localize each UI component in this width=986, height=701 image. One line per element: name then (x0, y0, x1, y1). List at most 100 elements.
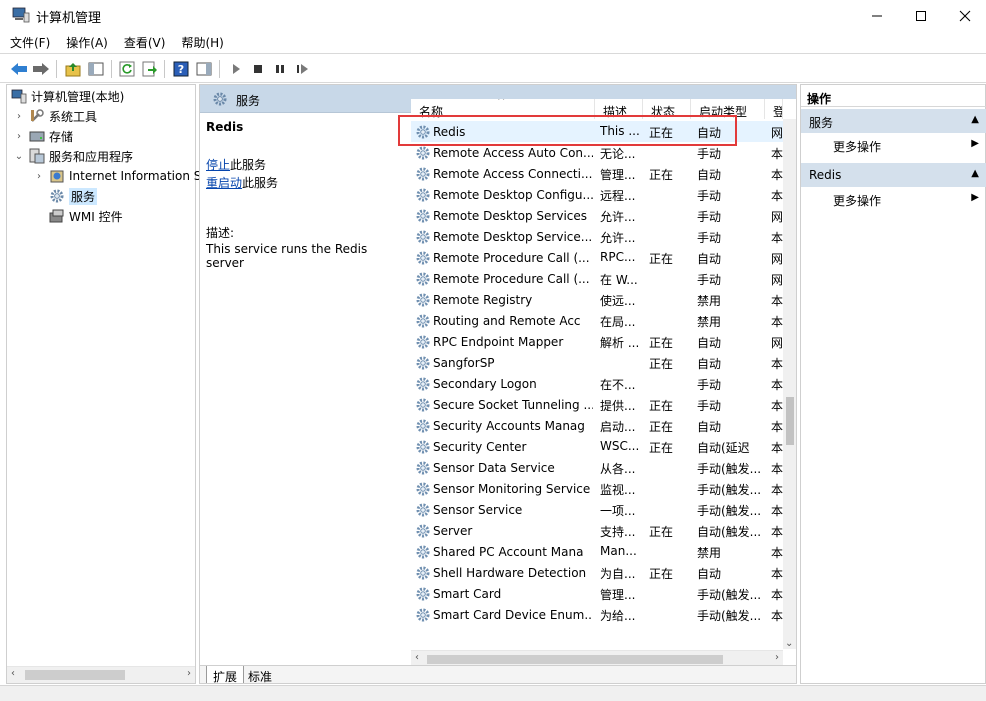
minimize-button[interactable] (854, 0, 900, 31)
table-row[interactable]: Remote Registry 使远... 禁用 本 (411, 289, 783, 310)
close-icon (959, 10, 971, 21)
list-vertical-scrollbar[interactable]: ⌄ (783, 119, 796, 649)
service-gear-icon (416, 587, 430, 601)
service-desc-cell: 监视... (600, 483, 636, 497)
scrollbar-thumb[interactable] (427, 655, 723, 664)
column-header-logon[interactable]: 登 (765, 99, 783, 119)
table-row[interactable]: Routing and Remote Acc 在局... 禁用 本 (411, 310, 783, 331)
actions-group-redis[interactable]: Redis ▲ (801, 163, 986, 187)
service-gear-icon (416, 503, 430, 517)
menu-file[interactable]: 文件(F) (10, 34, 50, 51)
collapse-icon[interactable]: ⌄ (13, 151, 25, 162)
refresh-button[interactable] (118, 60, 136, 78)
table-row[interactable]: Remote Desktop Configu... 远程... 手动 本 (411, 184, 783, 205)
service-gear-icon (416, 461, 430, 475)
table-row[interactable]: Sensor Data Service 从各... 手动(触发... 本 (411, 457, 783, 478)
forward-arrow-icon (33, 63, 49, 75)
service-logon-cell: 本 (771, 189, 783, 203)
service-name-cell: Shell Hardware Detection (415, 565, 593, 581)
service-startup-cell: 手动(触发... (697, 483, 762, 497)
show-hide-action-pane-button[interactable] (195, 60, 213, 78)
start-service-button[interactable] (227, 60, 245, 78)
tree-root[interactable]: 计算机管理(本地) (11, 87, 124, 105)
service-logon-cell: 本 (771, 378, 783, 392)
actions-group-services[interactable]: 服务 ▲ (801, 109, 986, 133)
scroll-left-icon[interactable]: ‹ (415, 652, 419, 663)
menu-view[interactable]: 查看(V) (124, 34, 166, 51)
expand-icon[interactable]: › (13, 111, 25, 122)
scrollbar-thumb[interactable] (25, 670, 125, 680)
scroll-right-icon[interactable]: › (775, 652, 779, 663)
service-gear-icon (416, 272, 430, 286)
services-pane: 服务 Redis 停止此服务 重启动此服务 描述: This service r… (199, 84, 797, 684)
service-name-cell: Smart Card Device Enum... (415, 607, 593, 623)
tree-item-wmi[interactable]: WMI 控件 (33, 207, 123, 225)
table-row[interactable]: Sensor Monitoring Service 监视... 手动(触发... 本 (411, 478, 783, 499)
help-button[interactable]: ? (172, 60, 190, 78)
forward-button[interactable] (32, 60, 50, 78)
table-row[interactable]: Shared PC Account Mana Man... 禁用 本 (411, 541, 783, 562)
service-name-cell: Remote Registry (415, 292, 593, 308)
tab-extended[interactable]: 扩展 (206, 666, 245, 683)
export-list-button[interactable] (141, 60, 159, 78)
tree-item-services-and-apps[interactable]: ⌄ 服务和应用程序 (13, 147, 133, 165)
table-row[interactable]: Remote Access Connecti... 管理... 正在 自动 本 (411, 163, 783, 184)
table-row[interactable]: Security Center WSC... 正在 自动(延迟 本 (411, 436, 783, 457)
restart-service-button[interactable] (293, 60, 311, 78)
service-startup-cell: 手动(触发... (697, 609, 762, 623)
table-row[interactable]: Secure Socket Tunneling ... 提供... 正在 手动 本 (411, 394, 783, 415)
table-row[interactable]: Smart Card Device Enum... 为给... 手动(触发... 本 (411, 604, 783, 625)
expand-icon[interactable]: › (13, 131, 25, 142)
tree-item-services[interactable]: 服务 (33, 187, 98, 205)
expand-icon[interactable]: › (33, 171, 45, 182)
scrollbar-thumb[interactable] (786, 397, 794, 445)
collapse-up-icon[interactable]: ▲ (971, 168, 979, 179)
table-row[interactable]: Secondary Logon 在不... 手动 本 (411, 373, 783, 394)
service-name-cell: Security Center (415, 439, 593, 455)
table-row[interactable]: Security Accounts Manag 启动... 正在 自动 本 (411, 415, 783, 436)
refresh-icon (119, 61, 135, 77)
service-logon-cell: 本 (771, 420, 783, 434)
table-row[interactable]: RPC Endpoint Mapper 解析 ... 正在 自动 网 (411, 331, 783, 352)
table-row[interactable]: Remote Desktop Service... 允许... 手动 本 (411, 226, 783, 247)
service-startup-cell: 自动 (697, 567, 722, 581)
table-row[interactable]: Sensor Service 一项... 手动(触发... 本 (411, 499, 783, 520)
show-hide-console-tree-button[interactable] (87, 60, 105, 78)
restart-service-link[interactable]: 重启动 (206, 176, 242, 190)
up-one-level-button[interactable] (64, 60, 82, 78)
table-row[interactable]: Remote Procedure Call (... 在 W... 手动 网 (411, 268, 783, 289)
scroll-right-icon[interactable]: › (187, 668, 191, 679)
service-logon-cell: 本 (771, 357, 783, 371)
service-name-cell: SangforSP (415, 355, 593, 371)
tree-item-iis[interactable]: › Internet Information S (33, 167, 201, 185)
tab-standard[interactable]: 标准 (242, 666, 278, 683)
service-desc-cell: Man... (600, 544, 637, 558)
menu-help[interactable]: 帮助(H) (181, 34, 223, 51)
table-row[interactable]: Remote Desktop Services 允许... 手动 网 (411, 205, 783, 226)
table-row[interactable]: Remote Procedure Call (... RPC... 正在 自动 网 (411, 247, 783, 268)
tree-item-system-tools[interactable]: › 系统工具 (13, 107, 97, 125)
table-row[interactable]: Shell Hardware Detection 为自... 正在 自动 本 (411, 562, 783, 583)
back-button[interactable] (10, 60, 28, 78)
service-status-cell: 正在 (649, 336, 674, 350)
stop-service-button[interactable] (249, 60, 267, 78)
close-button[interactable] (942, 0, 986, 31)
pause-service-button[interactable] (271, 60, 289, 78)
maximize-button[interactable] (898, 0, 944, 31)
service-gear-icon (416, 188, 430, 202)
table-row[interactable]: SangforSP 正在 自动 本 (411, 352, 783, 373)
scroll-down-icon[interactable]: ⌄ (785, 638, 793, 649)
table-row[interactable]: Server 支持... 正在 自动(触发... 本 (411, 520, 783, 541)
service-name-cell: Secure Socket Tunneling ... (415, 397, 593, 413)
menu-action[interactable]: 操作(A) (66, 34, 108, 51)
stop-service-line: 停止此服务 (206, 158, 267, 172)
stop-service-link[interactable]: 停止 (206, 158, 230, 172)
submenu-arrow-icon: ▶ (971, 192, 979, 203)
tree-item-storage[interactable]: › 存储 (13, 127, 73, 145)
scroll-left-icon[interactable]: ‹ (11, 668, 15, 679)
table-row[interactable]: Smart Card 管理... 手动(触发... 本 (411, 583, 783, 604)
more-actions-services[interactable]: 更多操作 ▶ (833, 138, 983, 155)
more-actions-redis[interactable]: 更多操作 ▶ (833, 192, 983, 209)
tree-horizontal-scrollbar[interactable]: ‹ › (7, 666, 195, 683)
collapse-up-icon[interactable]: ▲ (971, 114, 979, 125)
